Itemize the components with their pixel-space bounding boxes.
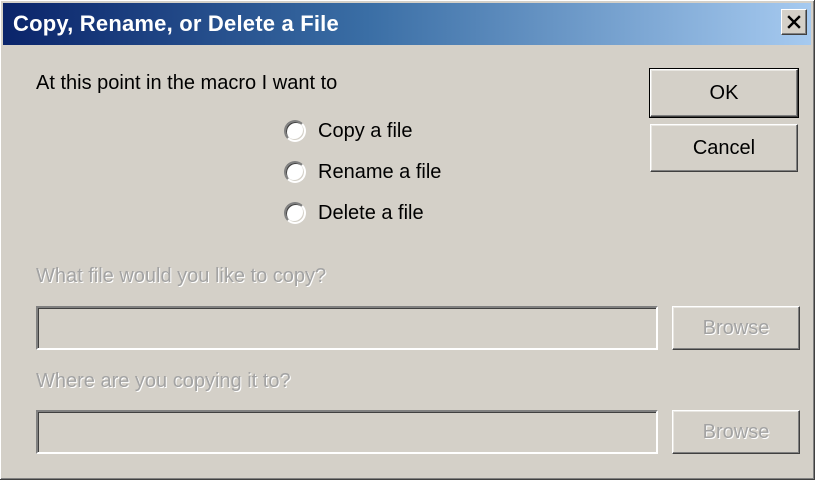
radio-copy[interactable]	[284, 120, 306, 142]
browse-destination-button[interactable]: Browse	[672, 410, 800, 454]
action-prompt: At this point in the macro I want to	[36, 72, 338, 94]
ok-button[interactable]: OK	[649, 68, 799, 118]
cancel-button[interactable]: Cancel	[650, 124, 798, 172]
browse-source-button[interactable]: Browse	[672, 306, 800, 350]
option-copy-label[interactable]: Copy a file	[318, 120, 413, 143]
window-title: Copy, Rename, or Delete a File	[13, 11, 339, 36]
close-button[interactable]	[781, 9, 807, 35]
dialog-window: Copy, Rename, or Delete a File At this p…	[0, 0, 815, 480]
option-rename[interactable]: Rename a file	[284, 159, 441, 185]
destination-label: Where are you copying it to?	[36, 370, 291, 392]
option-delete-label[interactable]: Delete a file	[318, 202, 424, 225]
close-x-icon	[782, 10, 806, 34]
source-file-label: What file would you like to copy?	[36, 265, 327, 287]
destination-input[interactable]	[36, 410, 658, 454]
option-copy[interactable]: Copy a file	[284, 118, 413, 144]
source-file-input[interactable]	[36, 306, 658, 350]
radio-delete[interactable]	[284, 202, 306, 224]
option-delete[interactable]: Delete a file	[284, 200, 424, 226]
title-bar[interactable]: Copy, Rename, or Delete a File	[3, 3, 811, 45]
radio-rename[interactable]	[284, 161, 306, 183]
option-rename-label[interactable]: Rename a file	[318, 161, 441, 184]
